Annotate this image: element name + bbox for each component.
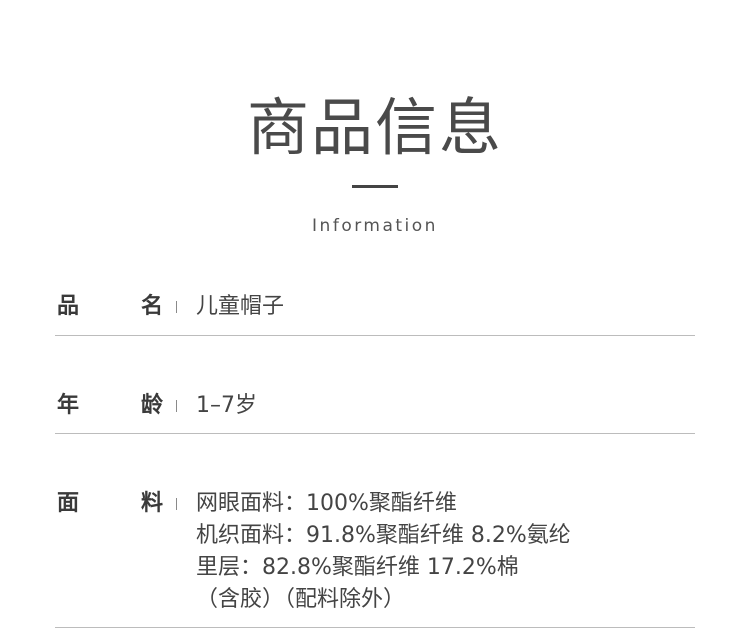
header: 商品信息 Information [0,0,750,250]
label-char: 料 [140,491,163,516]
subtitle: Information [312,216,438,236]
label-char: 面 [57,491,80,516]
label-char: 龄 [140,393,163,418]
row-label: 年 龄 [57,392,163,420]
label-char: 名 [140,294,163,319]
info-table: 品 名 儿童帽子 年 龄 1–7岁 面 料 网眼面料：100%聚酯纤维 机织面料… [55,276,695,628]
fabric-line: （含胶）（配料除外） [196,587,406,612]
row-value: 儿童帽子 [196,294,285,319]
title-divider [352,185,398,188]
row-label: 品 名 [57,293,163,321]
row-value-multiline: 网眼面料：100%聚酯纤维 机织面料：91.8%聚酯纤维 8.2%氨纶 里层：8… [196,488,571,616]
fabric-line: 里层：82.8%聚酯纤维 17.2%棉 [196,555,519,580]
label-separator [176,498,177,510]
row-label: 面 料 [57,490,163,518]
fabric-line: 机织面料：91.8%聚酯纤维 8.2%氨纶 [196,523,571,548]
label-char: 年 [57,393,80,418]
label-separator [176,400,177,412]
row-value: 1–7岁 [196,393,257,418]
label-separator [176,301,177,313]
label-char: 品 [57,294,80,319]
fabric-line: 网眼面料：100%聚酯纤维 [196,491,457,516]
page-title: 商品信息 [246,91,503,164]
